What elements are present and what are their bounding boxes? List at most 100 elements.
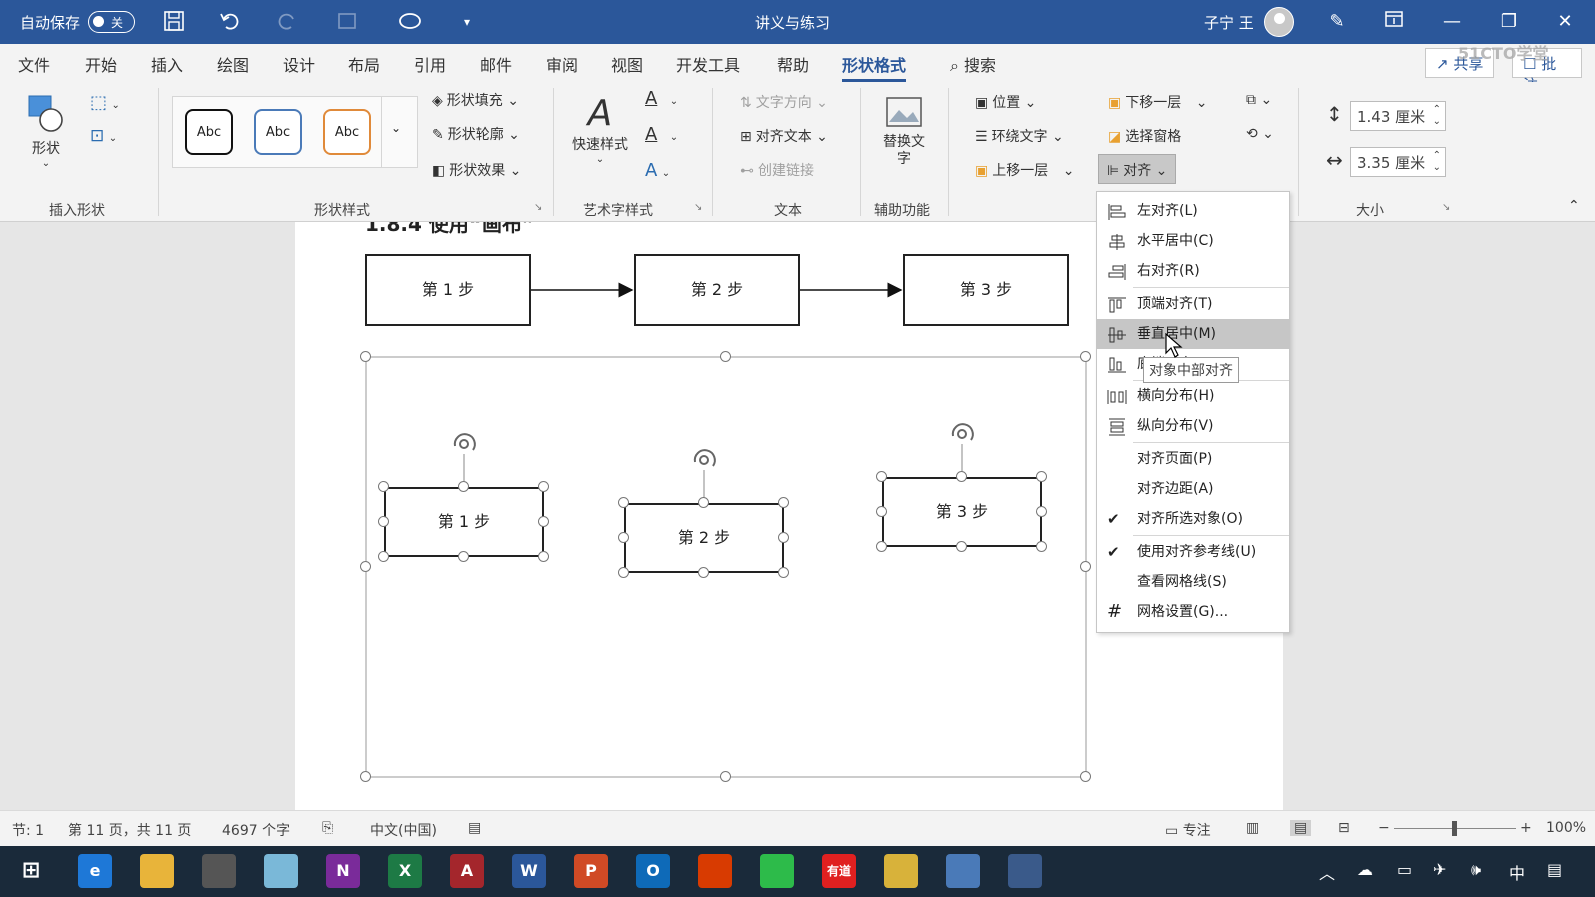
resize-handle[interactable] — [618, 497, 629, 508]
tab-file[interactable]: 文件 — [18, 52, 50, 76]
dialog-launcher-icon[interactable]: ↘ — [1442, 202, 1450, 213]
edit-shape-button[interactable]: ⬚ ⌄ — [90, 92, 120, 113]
ime-indicator[interactable]: 中 — [1509, 860, 1525, 884]
menu-item-use-guides[interactable]: ✔ 使用对齐参考线(U) — [1097, 537, 1289, 567]
resize-handle[interactable] — [378, 551, 389, 562]
canvas-step-box-3[interactable]: 第 3 步 — [882, 477, 1042, 547]
ribbon-display-icon[interactable] — [1382, 10, 1406, 34]
resize-handle[interactable] — [538, 481, 549, 492]
resize-handle[interactable] — [1036, 471, 1047, 482]
style-sample-blue[interactable]: Abc — [254, 109, 302, 155]
youdao-icon[interactable]: 有道 — [822, 854, 856, 888]
canvas-step-box-1[interactable]: 第 1 步 — [384, 487, 544, 557]
touch-mode-icon[interactable] — [335, 10, 359, 34]
powerpoint-icon[interactable]: P — [574, 854, 608, 888]
wrap-text-button[interactable]: ☰ 环绕文字 ⌄ — [975, 126, 1064, 146]
resize-handle[interactable] — [538, 551, 549, 562]
menu-item-align-top[interactable]: 顶端对齐(T) — [1097, 289, 1289, 319]
outlook-icon[interactable]: O — [636, 854, 670, 888]
edge-icon[interactable]: e — [78, 854, 112, 888]
chevron-up-icon[interactable]: ︿ — [1319, 860, 1335, 884]
quick-styles-button[interactable]: A 快速样式 ⌄ — [568, 94, 632, 166]
gallery-more-icon[interactable]: ⌄ — [391, 121, 401, 135]
menu-item-distribute-horizontal[interactable]: 横向分布(H) — [1097, 381, 1289, 411]
resize-handle[interactable] — [778, 567, 789, 578]
zoom-out-icon[interactable]: − — [1378, 820, 1390, 836]
designer-pen-icon[interactable]: ✎ — [1325, 10, 1349, 34]
calculator-icon[interactable] — [202, 854, 236, 888]
search-box[interactable]: ⌕ 搜索 — [950, 52, 996, 76]
office-icon[interactable] — [698, 854, 732, 888]
resize-handle[interactable] — [956, 541, 967, 552]
resize-handle[interactable] — [1036, 541, 1047, 552]
focus-mode-button[interactable]: ▭ 专注 — [1165, 820, 1211, 840]
zoom-level[interactable]: 100% — [1546, 820, 1586, 836]
minimize-icon[interactable]: — — [1440, 10, 1464, 34]
volume-icon[interactable]: 🕪 — [1471, 860, 1481, 880]
photos-icon[interactable] — [1008, 854, 1042, 888]
resize-handle[interactable] — [618, 567, 629, 578]
db-tool-icon[interactable] — [884, 854, 918, 888]
tab-shape-format[interactable]: 形状格式 — [842, 52, 907, 82]
canvas-handle[interactable] — [1080, 771, 1091, 782]
create-link-button[interactable]: ⊷ 创建链接 — [740, 160, 814, 180]
canvas-handle[interactable] — [360, 771, 371, 782]
accessibility-check-icon[interactable]: ▤ — [468, 820, 481, 836]
tab-mailings[interactable]: 邮件 — [480, 52, 512, 76]
menu-item-align-center[interactable]: 水平居中(C) — [1097, 226, 1289, 256]
language-indicator[interactable]: 中文(中国) — [370, 820, 437, 840]
canvas-handle[interactable] — [1080, 351, 1091, 362]
start-windows-icon[interactable]: ⊞ — [14, 854, 48, 888]
dialog-launcher-icon[interactable]: ↘ — [694, 202, 702, 213]
resize-handle[interactable] — [538, 516, 549, 527]
menu-item-view-gridlines[interactable]: 查看网格线(S) — [1097, 567, 1289, 597]
customize-qat-icon[interactable]: ▾ — [455, 10, 479, 34]
read-mode-icon[interactable]: ▥ — [1246, 820, 1259, 836]
notes-icon[interactable] — [264, 854, 298, 888]
width-spinner[interactable]: 3.35 厘米 ⌃ ⌄ — [1350, 147, 1446, 177]
resize-handle[interactable] — [778, 532, 789, 543]
tab-help[interactable]: 帮助 — [777, 52, 809, 76]
save-icon[interactable] — [162, 10, 186, 34]
position-button[interactable]: ▣ 位置 ⌄ — [975, 92, 1036, 112]
resize-handle[interactable] — [378, 516, 389, 527]
resize-handle[interactable] — [876, 506, 887, 517]
menu-item-align-selected[interactable]: ✔ 对齐所选对象(O) — [1097, 504, 1289, 534]
dialog-launcher-icon[interactable]: ↘ — [534, 202, 542, 213]
resize-handle[interactable] — [778, 497, 789, 508]
shape-outline-button[interactable]: ✎ 形状轮廓 ⌄ — [432, 124, 520, 144]
shape-effects-button[interactable]: ◧ 形状效果 ⌄ — [432, 160, 521, 180]
text-fill-button[interactable]: A ⌄ — [645, 88, 678, 109]
page-indicator[interactable]: 第 11 页，共 11 页 — [68, 820, 191, 840]
word-count[interactable]: 4697 个字 — [222, 820, 290, 840]
canvas-handle[interactable] — [360, 351, 371, 362]
onenote-icon[interactable]: N — [326, 854, 360, 888]
web-layout-icon[interactable]: ⊟ — [1338, 820, 1350, 836]
tab-layout[interactable]: 布局 — [348, 52, 380, 76]
network-icon[interactable]: ✈ — [1433, 860, 1446, 879]
send-backward-button[interactable]: ▣ 下移一层 ⌄ — [1108, 92, 1207, 112]
proofing-icon[interactable]: ⎘ — [322, 820, 333, 836]
text-direction-button[interactable]: ⇅ 文字方向 ⌄ — [740, 92, 828, 112]
alt-text-button[interactable]: 替换文字 — [882, 96, 926, 168]
tab-references[interactable]: 引用 — [414, 52, 446, 76]
notification-icon[interactable]: ▤ — [1547, 860, 1562, 879]
menu-item-align-left[interactable]: 左对齐(L) — [1097, 196, 1289, 226]
text-outline-button[interactable]: A ⌄ — [645, 124, 678, 145]
menu-item-align-page[interactable]: 对齐页面(P) — [1097, 444, 1289, 474]
resize-handle[interactable] — [698, 497, 709, 508]
group-objects-button[interactable]: ⧉ ⌄ — [1246, 92, 1272, 108]
oval-shape-icon[interactable] — [398, 10, 422, 34]
resize-handle[interactable] — [458, 481, 469, 492]
excel-icon[interactable]: X — [388, 854, 422, 888]
resize-handle[interactable] — [458, 551, 469, 562]
align-text-button[interactable]: ⊞ 对齐文本 ⌄ — [740, 126, 828, 146]
collapse-ribbon-icon[interactable]: ⌃ — [1568, 198, 1580, 214]
canvas-handle[interactable] — [720, 771, 731, 782]
restore-icon[interactable]: ❐ — [1497, 10, 1521, 34]
onedrive-icon[interactable]: ☁ — [1357, 860, 1373, 879]
zoom-slider-thumb[interactable] — [1452, 821, 1457, 836]
section-indicator[interactable]: 节: 1 — [12, 820, 44, 840]
tab-insert[interactable]: 插入 — [151, 52, 183, 76]
avatar[interactable] — [1264, 7, 1294, 37]
